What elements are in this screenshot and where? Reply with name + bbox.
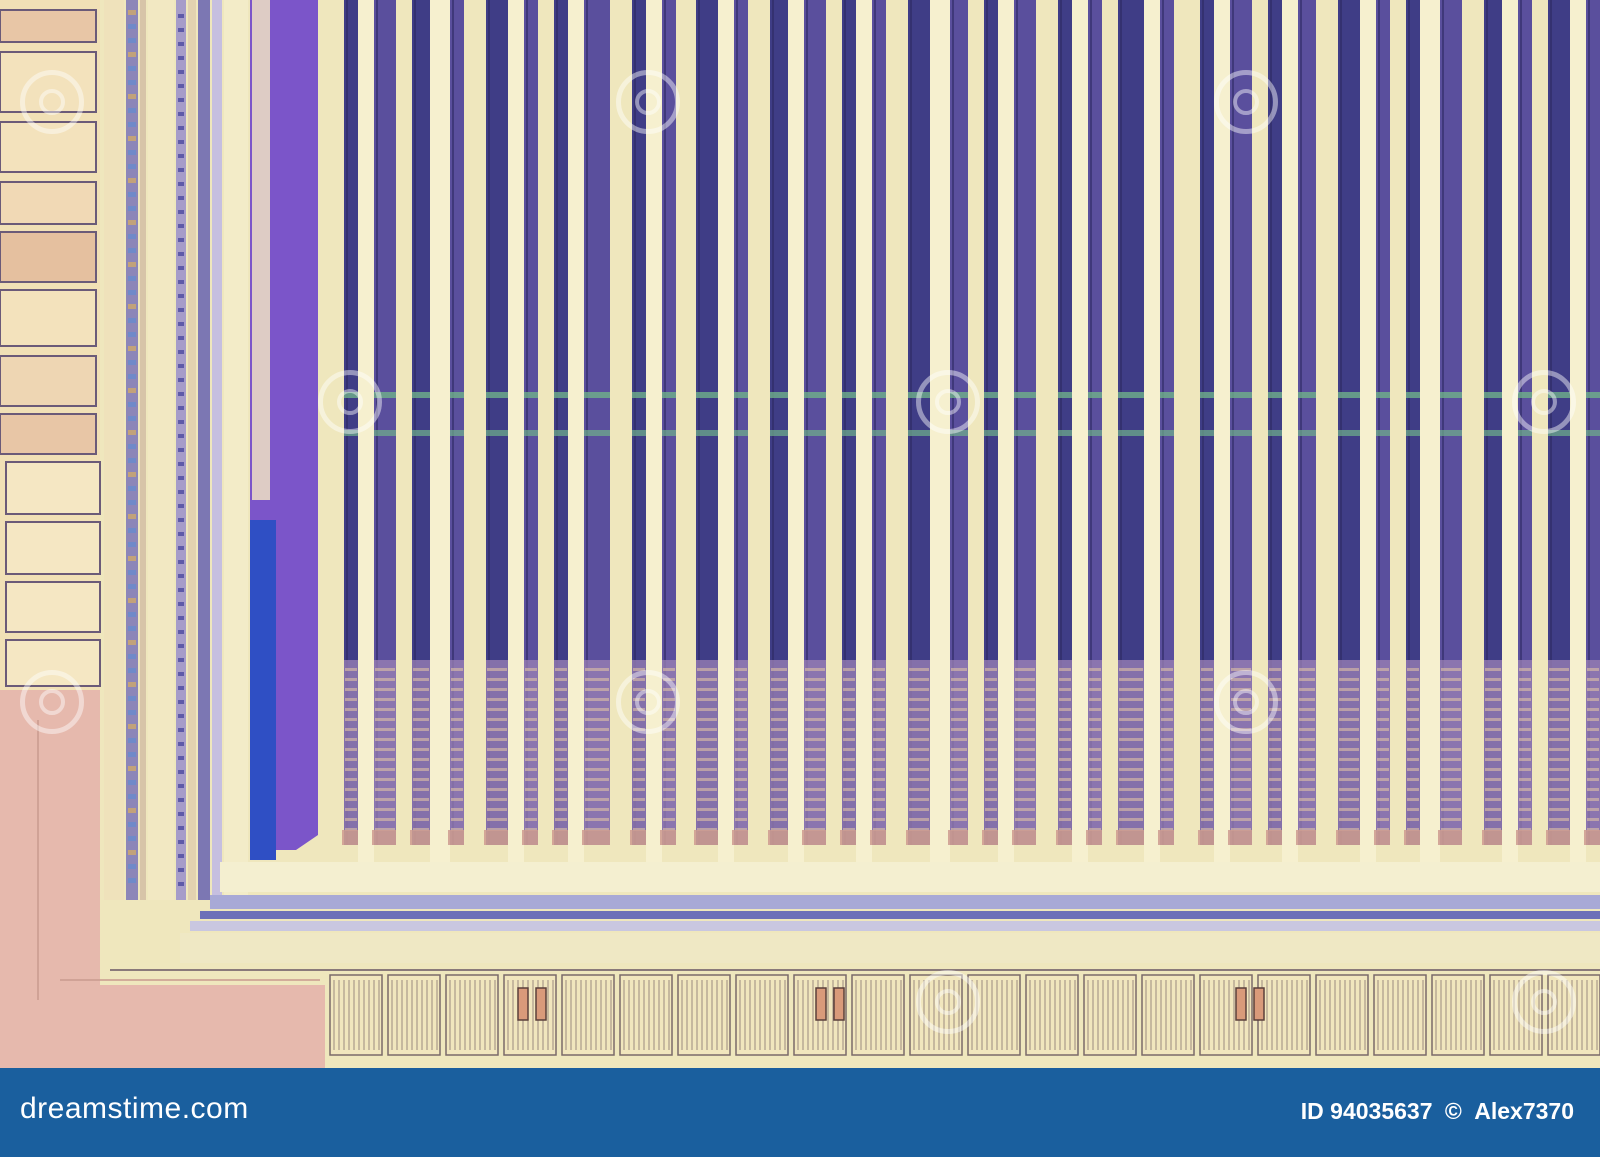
watermark-bar: dreamstime.com ID 94035637 © Alex7370 <box>0 1068 1600 1157</box>
watermark-ring-icon <box>20 670 84 734</box>
author-name: Alex7370 <box>1474 1098 1574 1124</box>
chip-micrograph <box>0 0 1600 1068</box>
watermark-ring-icon <box>916 970 980 1034</box>
watermark-ring-icon <box>1512 370 1576 434</box>
bottom-bus <box>110 862 1600 971</box>
copyright-icon: © <box>1444 1098 1462 1124</box>
watermark-ring-icon <box>1512 970 1576 1034</box>
chip-micrograph-svg <box>0 0 1600 1068</box>
watermark-ring-icon <box>318 370 382 434</box>
image-id: ID 94035637 <box>1300 1098 1433 1124</box>
watermark-ring-icon <box>616 670 680 734</box>
watermark-ring-icon <box>1214 670 1278 734</box>
watermark-ring-icon <box>1214 70 1278 134</box>
image-credit: ID 94035637 © Alex7370 <box>1295 1098 1574 1125</box>
watermark-ring-icon <box>20 70 84 134</box>
watermark-ring-icon <box>616 70 680 134</box>
watermark-ring-icon <box>916 370 980 434</box>
stock-logo: dreamstime.com <box>20 1092 249 1125</box>
